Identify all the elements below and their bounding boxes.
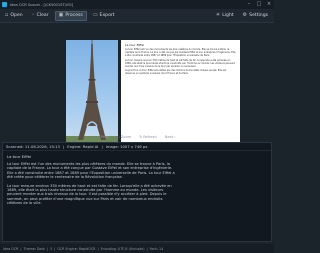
prev-button[interactable]: ‹ Prev [98, 135, 108, 139]
close-button[interactable]: × [264, 0, 274, 9]
result-text[interactable]: La tour Eiffel La tour Eiffel est l'un d… [3, 151, 179, 242]
settings-label: Settings [249, 13, 268, 18]
result-header: Scanned: 11.08.2026, 15:13 | Engine: Rap… [3, 143, 271, 151]
clear-button[interactable]: ◦ Clear [29, 11, 52, 21]
next-label: Next [164, 134, 174, 139]
zoom-label: Zoom [120, 134, 132, 139]
export-button[interactable]: ▭ Export [90, 11, 118, 21]
result-paragraph-2: La tour mesure environ 330 mètres de hau… [7, 183, 172, 206]
next-button[interactable]: Next › [165, 135, 176, 139]
theme-toggle-button[interactable]: ☀ Light [213, 11, 237, 21]
ocr-result-panel[interactable]: Scanned: 11.08.2026, 15:13 | Engine: Rap… [2, 142, 272, 242]
page-paragraph-1: La tour Eiffel est l'un des monuments le… [125, 48, 236, 57]
result-title: La tour Eiffel [7, 154, 32, 159]
separator: | [62, 144, 65, 149]
open-button[interactable]: ▫ Open [2, 11, 26, 21]
prev-label: Prev [100, 134, 109, 139]
status-theme: Theme: Dark [23, 246, 45, 251]
folder-icon: ▫ [5, 12, 9, 18]
preview-nav: ‹ Prev ○ Zoom ↻ Refresh Next › [0, 132, 274, 141]
status-app: Idea OCR [3, 246, 19, 251]
chevron-left-icon: ‹ [98, 134, 100, 139]
maximize-button[interactable]: □ [254, 0, 264, 9]
sun-icon: ☀ [215, 12, 221, 18]
scanned-time: Scanned: 11.08.2026, 15:13 [6, 144, 60, 149]
result-paragraph-1: La tour Eiffel est l'un des monuments le… [7, 162, 175, 180]
title-bar: Idea OCR Suscet - [\CK5001ST\VSI] – □ × [0, 0, 274, 9]
trash-icon: ◦ [31, 12, 35, 18]
settings-button[interactable]: ⚙ Settings [240, 11, 271, 21]
zoom-button[interactable]: ○ Zoom [117, 135, 132, 139]
scan-icon: ▣ [58, 12, 64, 18]
refresh-icon: ↻ [139, 134, 143, 139]
chevron-right-icon: › [174, 134, 176, 139]
export-label: Export [99, 13, 115, 18]
image-info: Image: 1007 x 746 px [105, 144, 148, 149]
light-label: Light [222, 13, 234, 18]
toolbar-right: ☀ Light ⚙ Settings [213, 11, 274, 21]
app-logo-icon [2, 2, 7, 7]
window-title: Idea OCR Suscet - [\CK5001ST\VSI] [10, 2, 73, 7]
refresh-button[interactable]: ↻ Refresh [139, 135, 157, 139]
status-engine: OCR Engine: RapidOCR [57, 246, 96, 251]
open-label: Open [10, 13, 23, 18]
page-title: La tour Eiffel [125, 43, 145, 47]
engine-info: Engine: Rapid AI [67, 144, 99, 149]
status-encoding: Encoding: UTF-8 (Unicode) [100, 246, 145, 251]
gear-icon: ⚙ [242, 12, 248, 18]
toolbar: ▫ Open ◦ Clear ▣ Process ▭ Export ☀ Ligh… [0, 9, 274, 23]
status-font: Font: 14 [149, 246, 164, 251]
clear-label: Clear [36, 13, 49, 18]
page-paragraph-2: La tour mesure environ 330 mètres de hau… [125, 58, 236, 68]
image-preview-panel: La tour Eiffel La tour Eiffel est l'un d… [0, 23, 274, 156]
status-count: 3 [49, 246, 53, 251]
page-paragraph-3: Aujourd'hui, la tour Eiffel est visitée … [125, 69, 227, 76]
process-button[interactable]: ▣ Process [54, 10, 87, 21]
minimize-button[interactable]: – [244, 0, 254, 9]
process-label: Process [65, 13, 83, 18]
zoom-icon: ○ [116, 134, 120, 139]
export-icon: ▭ [92, 12, 98, 18]
refresh-label: Refresh [143, 134, 157, 139]
status-bar: Idea OCR | Theme: Dark | 3 | OCR Engine:… [0, 244, 274, 253]
separator: | [101, 144, 103, 149]
window-controls: – □ × [244, 0, 274, 9]
